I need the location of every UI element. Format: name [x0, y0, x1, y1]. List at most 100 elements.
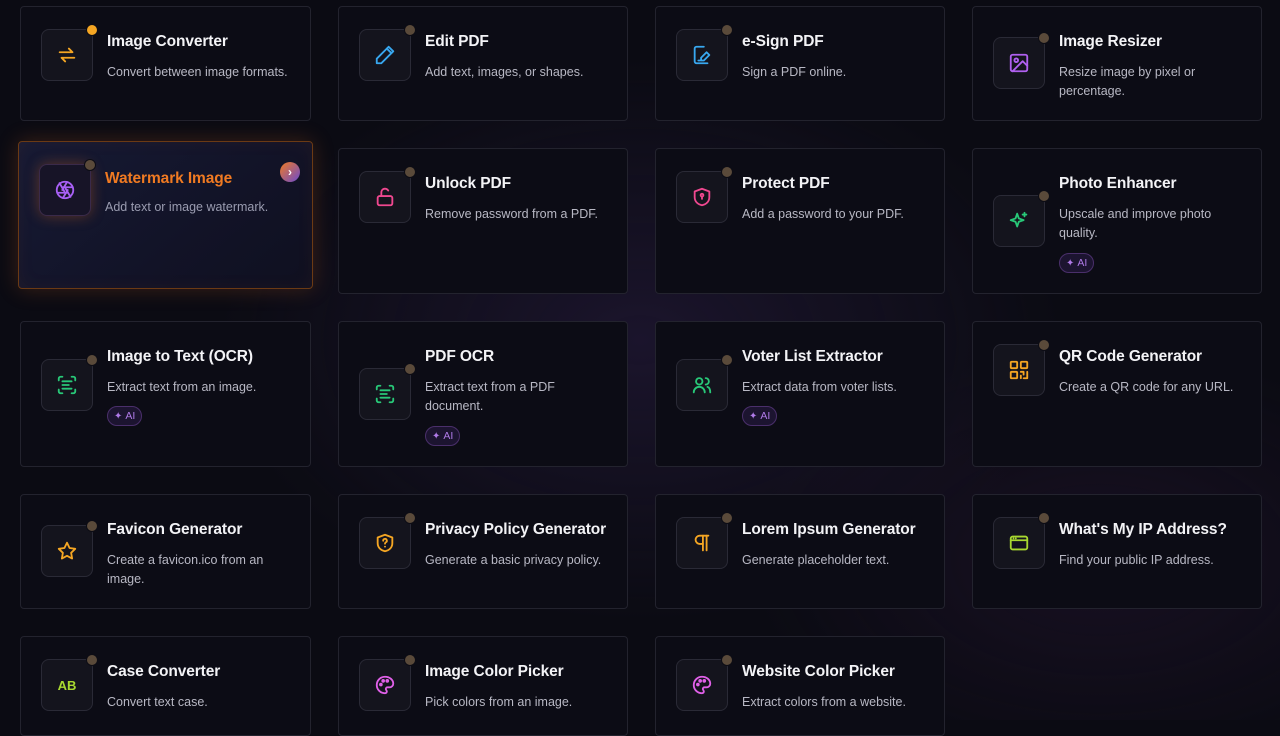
tool-title: Watermark Image [105, 170, 233, 187]
tool-description: Create a QR code for any URL. [1059, 380, 1234, 394]
tool-description: Extract data from voter lists. [742, 380, 897, 394]
tool-description: Create a favicon.ico from an image. [107, 553, 264, 586]
status-dot [721, 354, 733, 366]
tool-card-pdf-ocr[interactable]: PDF OCR Extract text from a PDF document… [338, 321, 628, 467]
tool-card-lorem-ipsum[interactable]: Lorem Ipsum Generator Generate placehold… [655, 494, 945, 609]
tool-description: Add text or image watermark. [105, 200, 269, 214]
tool-description: Add a password to your PDF. [742, 207, 904, 221]
status-dot [86, 654, 98, 666]
tool-title: Image Color Picker [425, 663, 564, 680]
status-dot [404, 166, 416, 178]
tool-title: Voter List Extractor [742, 348, 883, 365]
ai-badge: ✦ AI [1059, 253, 1095, 273]
status-dot [404, 24, 416, 36]
tool-title: PDF OCR [425, 348, 495, 365]
tool-card-website-color-picker[interactable]: Website Color Picker Extract colors from… [655, 636, 945, 736]
tool-description: Pick colors from an image. [425, 695, 573, 709]
tool-card-image-converter[interactable]: Image Converter Convert between image fo… [20, 6, 311, 121]
tool-description: Convert text case. [107, 695, 208, 709]
shield-question-icon [359, 512, 416, 569]
pencil-icon [359, 24, 416, 81]
status-dot [86, 354, 98, 366]
palette-icon [359, 654, 416, 711]
tool-description: Find your public IP address. [1059, 553, 1214, 567]
tool-card-case-converter[interactable]: AB Case Converter Convert text case. [20, 636, 311, 736]
tool-card-image-color-picker[interactable]: Image Color Picker Pick colors from an i… [338, 636, 628, 736]
status-dot [404, 654, 416, 666]
tool-description: Extract text from a PDF document. [425, 380, 555, 413]
arrows-swap-icon [41, 24, 98, 81]
tool-card-unlock-pdf[interactable]: Unlock PDF Remove password from a PDF. [338, 148, 628, 294]
scan-text-icon [41, 354, 98, 411]
sparkle-icon: ✦ [114, 410, 123, 422]
tool-card-esign-pdf[interactable]: e-Sign PDF Sign a PDF online. [655, 6, 945, 121]
tool-title: Case Converter [107, 663, 221, 680]
tool-title: Favicon Generator [107, 521, 243, 538]
tool-title: Website Color Picker [742, 663, 895, 680]
ai-badge: ✦ AI [425, 426, 461, 446]
status-dot [1038, 512, 1050, 524]
tool-card-edit-pdf[interactable]: Edit PDF Add text, images, or shapes. [338, 6, 628, 121]
status-dot [86, 24, 98, 36]
chevron-right-icon[interactable]: › [280, 162, 300, 182]
star-icon [41, 520, 98, 577]
qr-code-icon [993, 339, 1050, 396]
palette-icon [676, 654, 733, 711]
tool-card-watermark-image[interactable]: Watermark Image Add text or image waterm… [18, 141, 313, 289]
tool-description: Generate a basic privacy policy. [425, 553, 602, 567]
signature-icon [676, 24, 733, 81]
tool-card-protect-pdf[interactable]: Protect PDF Add a password to your PDF. [655, 148, 945, 294]
ai-badge: ✦ AI [107, 406, 143, 426]
tool-description: Resize image by pixel or percentage. [1059, 65, 1196, 98]
tool-description: Extract colors from a website. [742, 695, 906, 709]
status-dot [404, 512, 416, 524]
unlock-icon [359, 166, 416, 223]
sparkle-icon [993, 190, 1050, 247]
tool-card-ip-address[interactable]: What's My IP Address? Find your public I… [972, 494, 1262, 609]
tool-title: Privacy Policy Generator [425, 521, 607, 538]
shield-lock-icon [676, 166, 733, 223]
tool-card-favicon[interactable]: Favicon Generator Create a favicon.ico f… [20, 494, 311, 609]
ab-text-icon: AB [41, 654, 98, 711]
aperture-icon [39, 159, 96, 216]
tool-title: What's My IP Address? [1059, 521, 1227, 538]
sparkle-icon: ✦ [432, 430, 441, 442]
ai-badge: ✦ AI [742, 406, 778, 426]
status-dot [721, 512, 733, 524]
status-dot [721, 654, 733, 666]
tool-description: Sign a PDF online. [742, 65, 847, 79]
tool-title: Photo Enhancer [1059, 175, 1177, 192]
tool-card-photo-enhancer[interactable]: Photo Enhancer Upscale and improve photo… [972, 148, 1262, 294]
tool-title: Image Converter [107, 33, 228, 50]
status-dot [404, 363, 416, 375]
status-dot [1038, 339, 1050, 351]
tool-description: Generate placeholder text. [742, 553, 890, 567]
tool-card-image-resizer[interactable]: Image Resizer Resize image by pixel or p… [972, 6, 1262, 121]
users-icon [676, 354, 733, 411]
tool-card-privacy-policy[interactable]: Privacy Policy Generator Generate a basi… [338, 494, 628, 609]
browser-window-icon [993, 512, 1050, 569]
tool-description: Add text, images, or shapes. [425, 65, 584, 79]
status-dot [86, 520, 98, 532]
tool-title: Unlock PDF [425, 175, 511, 192]
tool-title: Image to Text (OCR) [107, 348, 253, 365]
tool-card-image-to-text[interactable]: Image to Text (OCR) Extract text from an… [20, 321, 311, 467]
status-dot [1038, 32, 1050, 44]
scan-text-icon [359, 363, 416, 420]
tool-description: Convert between image formats. [107, 65, 288, 79]
image-icon [993, 32, 1050, 89]
sparkle-icon: ✦ [1066, 257, 1075, 269]
status-dot [84, 159, 96, 171]
tool-description: Upscale and improve photo quality. [1059, 207, 1212, 240]
status-dot [721, 166, 733, 178]
tool-card-voter-list[interactable]: Voter List Extractor Extract data from v… [655, 321, 945, 467]
tool-card-qr-code[interactable]: QR Code Generator Create a QR code for a… [972, 321, 1262, 467]
tool-title: e-Sign PDF [742, 33, 824, 50]
tool-title: Edit PDF [425, 33, 489, 50]
tool-title: QR Code Generator [1059, 348, 1202, 365]
tool-title: Image Resizer [1059, 33, 1162, 50]
status-dot [721, 24, 733, 36]
tool-title: Protect PDF [742, 175, 830, 192]
tool-description: Extract text from an image. [107, 380, 257, 394]
pilcrow-icon [676, 512, 733, 569]
